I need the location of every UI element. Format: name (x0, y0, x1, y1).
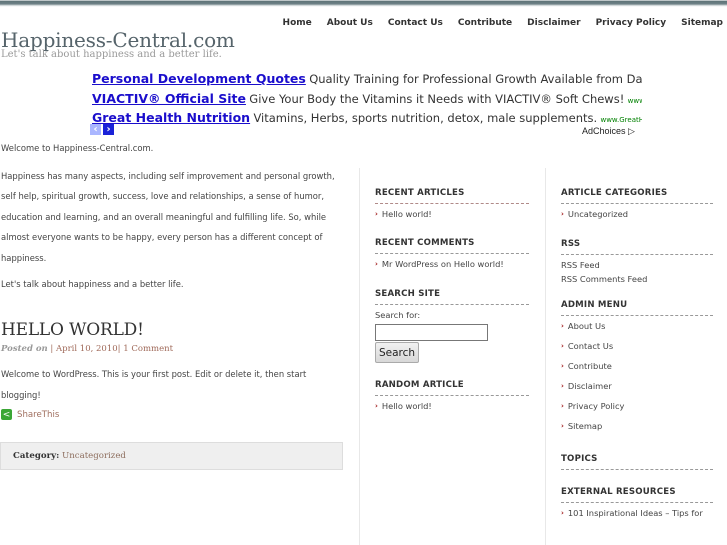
welcome-text: Welcome to Happiness-Central.com. (1, 143, 154, 153)
item-label: Hello world! (381, 209, 432, 219)
share-button[interactable]: < ShareThis (1, 409, 59, 420)
divider (561, 469, 713, 470)
ad-row: VIACTIV® Official Site Give Your Body th… (92, 91, 642, 111)
external-resource-item[interactable]: › 101 Inspirational Ideas – Tips for (561, 503, 713, 523)
site-tagline: Let's talk about happiness and a better … (1, 49, 222, 60)
nav-contact-us[interactable]: Contact Us (388, 18, 443, 28)
item-label: About Us (567, 321, 606, 331)
item-label: Contribute (567, 361, 612, 371)
item-label: Contact Us (567, 341, 614, 351)
sidebar-right: ARTICLE CATEGORIES › Uncategorized RSS RS… (561, 188, 713, 523)
item-label: Hello world! (381, 401, 432, 411)
bullet-icon: › (561, 509, 564, 517)
share-icon: < (1, 409, 12, 420)
post-meta: Posted on | April 10, 2010| 1 Comment (1, 344, 173, 354)
item-label: 101 Inspirational Ideas – Tips for (567, 508, 703, 518)
ad-url[interactable]: www.GreatHealthNutritio... (600, 116, 642, 124)
item-label: Sitemap (567, 421, 603, 431)
chevron-right-icon[interactable]: › (103, 124, 114, 135)
search-input[interactable] (375, 324, 488, 341)
intro-paragraph: Happiness has many aspects, including se… (1, 170, 335, 263)
search-label: Search for: (375, 310, 421, 320)
column-divider (359, 168, 360, 545)
chevron-left-icon[interactable]: ‹ (90, 124, 101, 135)
bullet-icon: › (561, 402, 564, 410)
admin-menu-item[interactable]: › Contribute (561, 356, 713, 376)
admin-menu-item[interactable]: › Disclaimer (561, 376, 713, 396)
bullet-icon: › (561, 422, 564, 430)
top-border (0, 0, 727, 7)
comments-link[interactable]: 1 Comment (123, 344, 173, 354)
ad-url[interactable]: www.Viactiv.com (628, 97, 642, 105)
ad-description: Vitamins, Herbs, sports nutrition, detox… (253, 111, 598, 125)
bullet-icon: › (561, 210, 564, 218)
widget-title-random-article: RANDOM ARTICLE (375, 380, 464, 390)
item-label: Uncategorized (567, 209, 629, 219)
category-item[interactable]: › Uncategorized (561, 204, 713, 224)
ad-title-link[interactable]: Great Health Nutrition (92, 110, 250, 125)
ad-description: Quality Training for Professional Growth… (309, 72, 642, 86)
post-date[interactable]: April 10, 2010 (56, 344, 118, 354)
widget-title-topics: TOPICS (561, 454, 598, 464)
bullet-icon: › (375, 402, 378, 410)
post-body: Welcome to WordPress. This is your first… (1, 369, 307, 400)
category-label: Category: (13, 451, 60, 461)
ad-navigation: ‹ › (90, 124, 114, 135)
post-category-box: Category: Uncategorized (0, 442, 343, 470)
random-article-item[interactable]: › Hello world! (375, 396, 529, 416)
admin-menu-item[interactable]: › Privacy Policy (561, 396, 713, 416)
main-content: Welcome to Happiness-Central.com. Happin… (1, 138, 346, 295)
bullet-icon: › (561, 322, 564, 330)
admin-menu-item[interactable]: › Contact Us (561, 336, 713, 356)
bullet-icon: › (375, 260, 378, 268)
recent-comment-item[interactable]: › Mr WordPress on Hello world! (375, 254, 529, 274)
rss-feed-link[interactable]: RSS Feed (561, 258, 713, 272)
item-label: Mr WordPress on Hello world! (381, 259, 504, 269)
divider (375, 304, 529, 305)
nav-sitemap[interactable]: Sitemap (681, 18, 723, 28)
widget-title-search: SEARCH SITE (375, 289, 441, 299)
nav-disclaimer[interactable]: Disclaimer (527, 18, 580, 28)
column-divider (545, 168, 546, 545)
widget-title-recent-articles: RECENT ARTICLES (375, 188, 465, 198)
widget-title-categories: ARTICLE CATEGORIES (561, 188, 668, 198)
nav-privacy-policy[interactable]: Privacy Policy (596, 18, 667, 28)
nav-contribute[interactable]: Contribute (458, 18, 512, 28)
widget-title-admin-menu: ADMIN MENU (561, 300, 628, 310)
sidebar-left: RECENT ARTICLES › Hello world! RECENT COM… (375, 188, 529, 416)
bullet-icon: › (561, 362, 564, 370)
closing-text: Let's talk about happiness and a better … (1, 279, 184, 289)
main-nav: Home About Us Contact Us Contribute Disc… (268, 18, 723, 28)
ad-description: Give Your Body the Vitamins it Needs wit… (249, 91, 625, 106)
nav-about-us[interactable]: About Us (327, 18, 373, 28)
ad-block: Personal Development Quotes Quality Trai… (92, 71, 642, 130)
nav-home[interactable]: Home (283, 18, 312, 28)
post-title[interactable]: HELLO WORLD! (1, 320, 144, 340)
recent-article-item[interactable]: › Hello world! (375, 204, 529, 224)
meta-separator: | (117, 344, 121, 354)
meta-separator: | (50, 344, 54, 354)
share-label: ShareThis (17, 409, 60, 420)
divider (561, 254, 713, 255)
ad-title-link[interactable]: VIACTIV® Official Site (92, 91, 246, 106)
admin-menu-item[interactable]: › Sitemap (561, 416, 713, 436)
bullet-icon: › (561, 342, 564, 350)
item-label: Disclaimer (567, 381, 612, 391)
widget-title-external-resources: EXTERNAL RESOURCES (561, 487, 676, 497)
bullet-icon: › (375, 210, 378, 218)
posted-on-label: Posted on (1, 344, 48, 354)
admin-menu-item[interactable]: › About Us (561, 316, 713, 336)
rss-comments-feed-link[interactable]: RSS Comments Feed (561, 272, 713, 286)
widget-title-rss: RSS (561, 239, 581, 249)
search-button[interactable]: Search (375, 342, 420, 363)
ad-row: Great Health Nutrition Vitamins, Herbs, … (92, 110, 642, 130)
item-label: Privacy Policy (567, 401, 625, 411)
adchoices-link[interactable]: AdChoices ▷ (582, 126, 635, 137)
widget-title-recent-comments: RECENT COMMENTS (375, 238, 475, 248)
bullet-icon: › (561, 382, 564, 390)
ad-row: Personal Development Quotes Quality Trai… (92, 71, 642, 91)
category-link[interactable]: Uncategorized (62, 451, 126, 461)
ad-title-link[interactable]: Personal Development Quotes (92, 71, 306, 86)
